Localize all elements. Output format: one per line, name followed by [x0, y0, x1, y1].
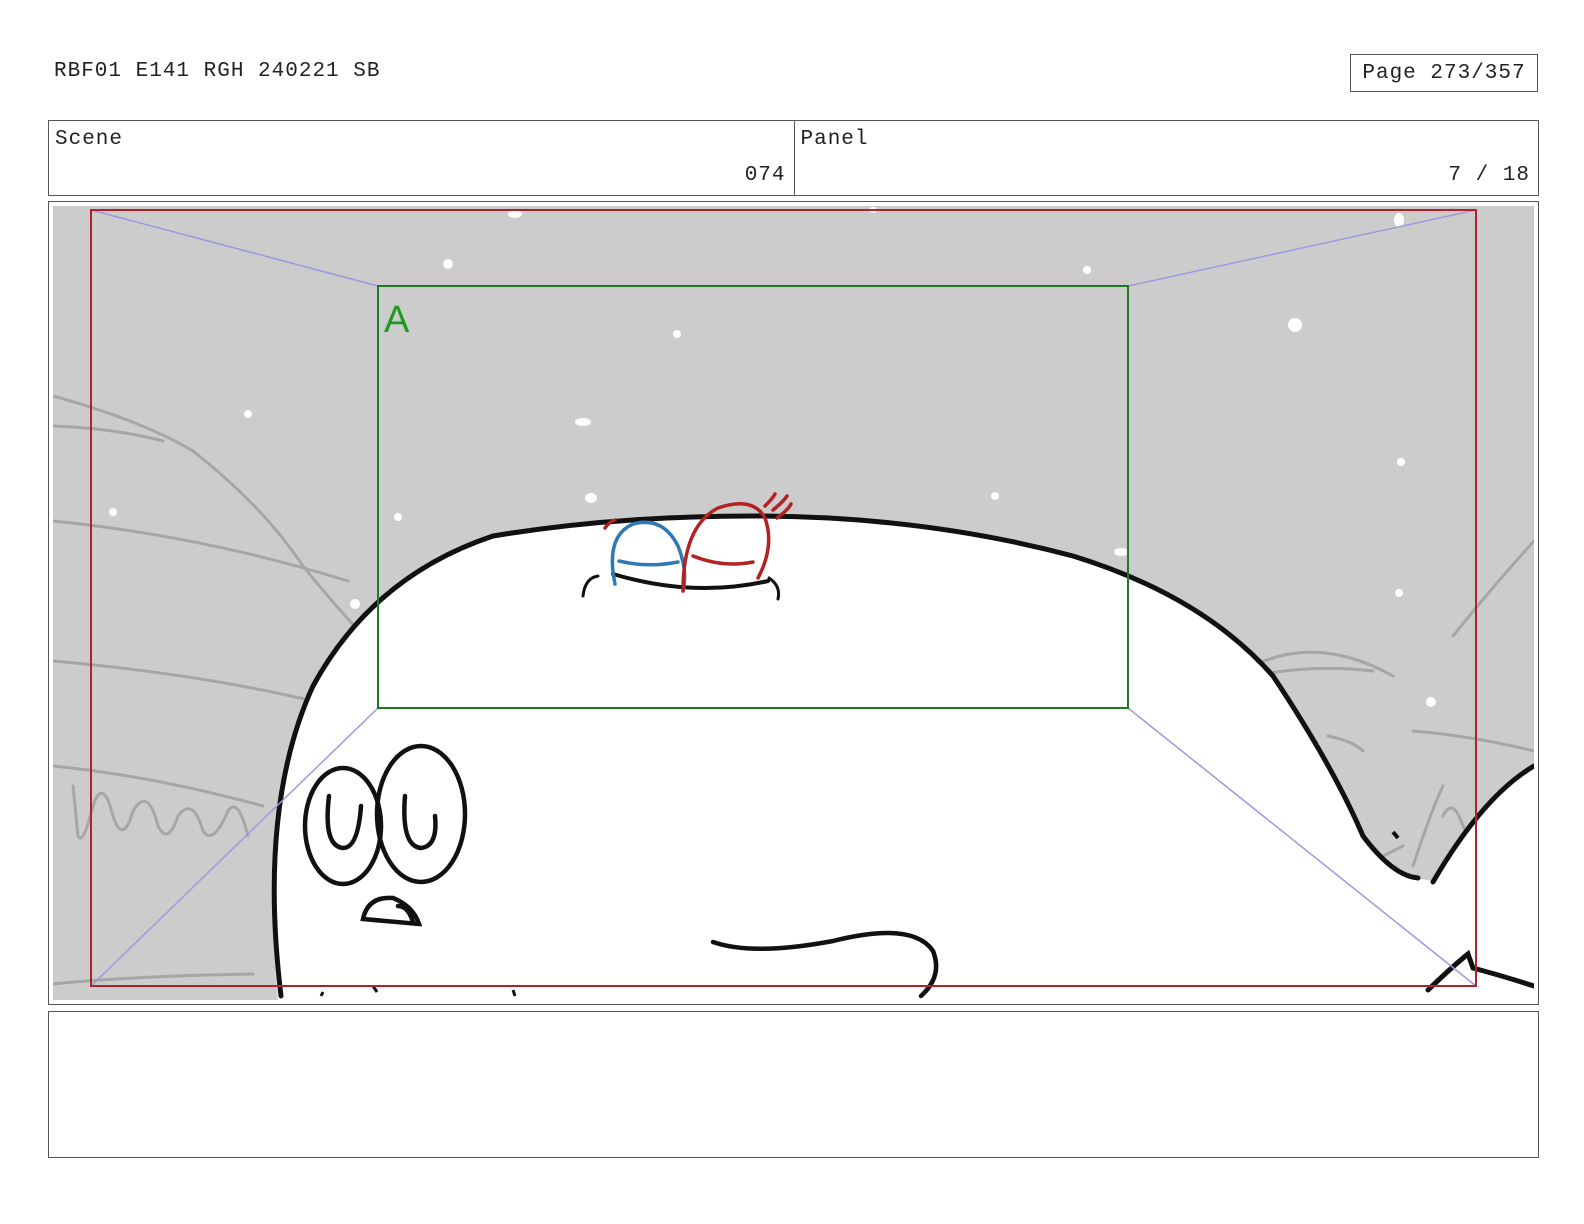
- scene-cell: Scene 074: [49, 121, 794, 195]
- scene-number: 074: [744, 164, 786, 187]
- panel-label: Panel: [800, 128, 869, 151]
- scene-panel-info: Scene 074 Panel 7 / 18: [48, 120, 1539, 196]
- camera-frame-label: A: [384, 299, 410, 341]
- panel-cell: Panel 7 / 18: [793, 121, 1539, 195]
- storyboard-drawing: A: [53, 206, 1534, 1000]
- scene-label: Scene: [55, 128, 124, 151]
- page-indicator: Page 273/357: [1350, 54, 1538, 92]
- panel-number: 7 / 18: [1448, 164, 1530, 187]
- storyboard-panel: A: [48, 201, 1539, 1005]
- notes-area: [48, 1011, 1539, 1158]
- document-title: RBF01 E141 RGH 240221 SB: [54, 60, 381, 83]
